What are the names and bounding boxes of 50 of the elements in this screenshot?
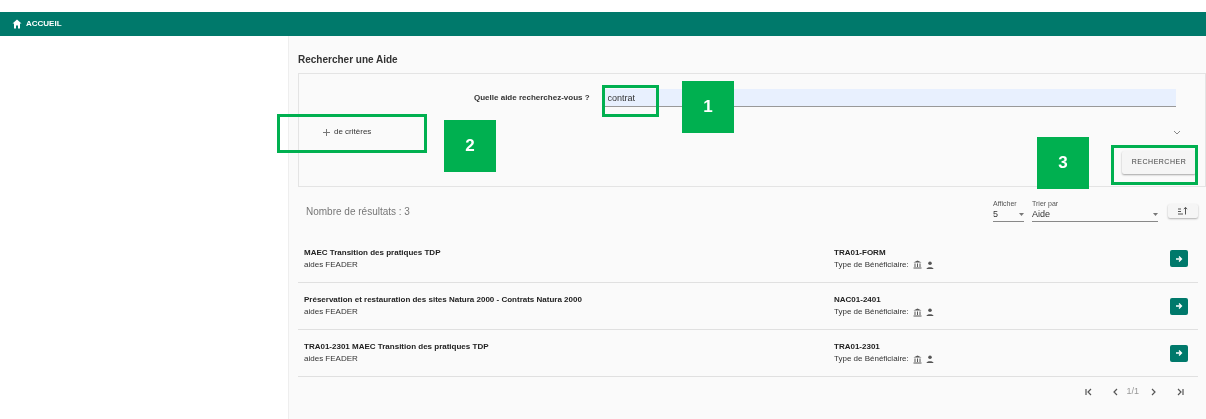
open-button[interactable] (1170, 344, 1188, 362)
first-page-icon[interactable] (1085, 388, 1094, 396)
callout-number: 3 (1037, 137, 1089, 189)
sort-select[interactable]: Aide (1032, 207, 1158, 223)
result-row[interactable]: Préservation et restauration des sites Natura 2000 - Contrats Natura 2000 aides FEADER NAC01-2401 Type de Bénéficiaire: (298, 282, 1198, 329)
arrow-right-icon (1175, 254, 1183, 263)
home-link[interactable]: ACCUEIL (12, 18, 62, 30)
page-title: Rechercher une Aide (298, 53, 399, 67)
result-row[interactable]: MAEC Transition des pratiques TDP aides FEADER TRA01-FORM Type de Bénéficiaire: (298, 235, 1198, 282)
previous-page-icon[interactable] (1113, 388, 1119, 396)
sort-order-button[interactable] (1168, 204, 1198, 218)
page-size-select[interactable]: 5 (993, 207, 1024, 223)
result-subtitle: aides FEADER (304, 258, 359, 271)
dropdown-arrow-icon (1153, 213, 1158, 216)
beneficiary-label: Type de Bénéficiaire: (834, 258, 909, 271)
arrow-right-icon (1175, 349, 1183, 357)
search-label: Quelle aide recherchez-vous ? (474, 92, 590, 104)
person-icon (925, 355, 934, 363)
result-subtitle: aides FEADER (304, 306, 359, 318)
institution-icon (912, 354, 922, 364)
more-criteria-button[interactable]: de critères (323, 126, 372, 138)
person-icon (925, 260, 934, 269)
beneficiary-label: Type de Bénéficiaire: (834, 306, 909, 318)
institution-icon (912, 260, 922, 269)
result-code: NAC01-2401 (834, 294, 882, 306)
open-button[interactable] (1170, 297, 1188, 315)
result-title: Préservation et restauration des sites Natura 2000 - Contrats Natura 2000 (304, 294, 583, 306)
page-indicator: 1/1 (1126, 385, 1139, 399)
result-code: TRA01-FORM (834, 246, 887, 259)
result-count: Nombre de résultats : 3 (306, 204, 411, 219)
result-subtitle: aides FEADER (304, 353, 359, 365)
sort-icon (1177, 207, 1189, 215)
next-page-icon[interactable] (1151, 388, 1156, 396)
callout-number: 2 (444, 120, 496, 172)
institution-icon (912, 307, 922, 317)
highlight-frame (602, 85, 659, 117)
arrow-right-icon (1175, 302, 1183, 310)
dropdown-arrow-icon (1019, 213, 1024, 216)
plus-icon (323, 128, 330, 136)
home-icon (12, 19, 22, 29)
beneficiary-label: Type de Bénéficiaire: (834, 353, 909, 365)
callout-number: 1 (682, 81, 734, 133)
open-button[interactable] (1170, 250, 1188, 267)
result-title: TRA01-2301 MAEC Transition des pratiques TDP (304, 341, 490, 353)
result-row[interactable]: TRA01-2301 MAEC Transition des pratiques TDP aides FEADER TRA01-2301 Type de Bénéficiaire: (298, 329, 1198, 376)
last-page-icon[interactable] (1176, 388, 1184, 396)
chevron-down-icon (1173, 130, 1181, 135)
person-icon (925, 308, 934, 316)
result-code: TRA01-2301 (834, 341, 881, 353)
result-title: MAEC Transition des pratiques TDP (304, 246, 442, 259)
